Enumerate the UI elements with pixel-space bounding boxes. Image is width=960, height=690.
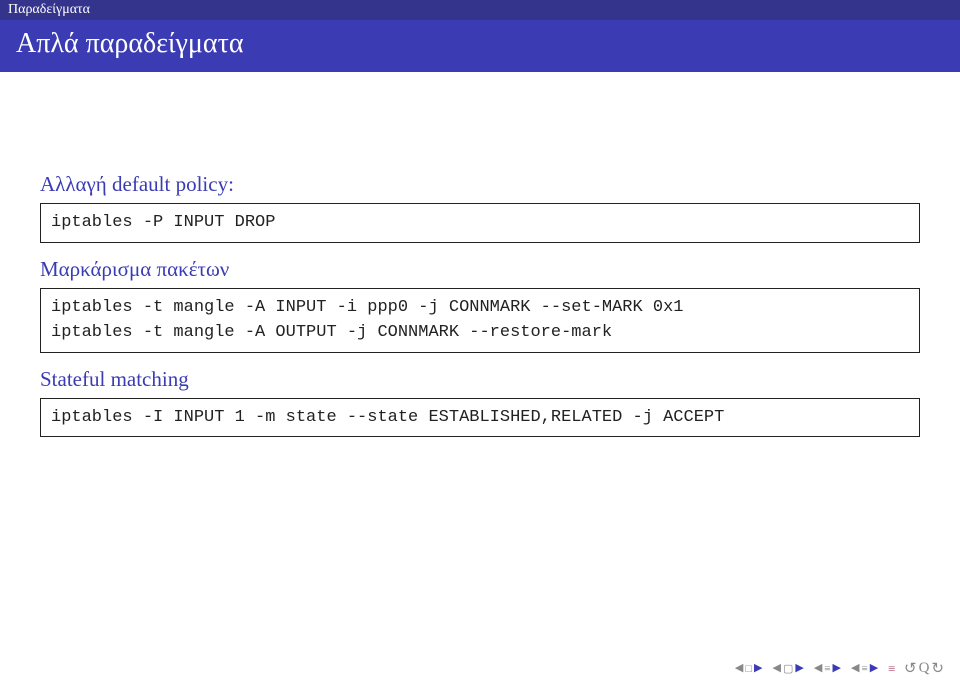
frame-icon: ▢ (783, 662, 793, 675)
nav-slide-group[interactable]: ◀ □ ▶ (735, 663, 763, 675)
next-frame-icon: ▶ (795, 663, 803, 674)
beamer-nav: ◀ □ ▶ ◀ ▢ ▶ ◀ ≡ ▶ ◀ ≡ ▶ ≡ ↺ Q ↻ (735, 659, 944, 678)
next-slide-icon: ▶ (754, 663, 762, 674)
slide-icon: □ (745, 663, 752, 675)
equals-icon: ≡ (888, 661, 902, 677)
title-text: Απλά παραδείγματα (16, 28, 244, 59)
nav-section-group[interactable]: ◀ ≡ ▶ (814, 663, 841, 675)
prev-frame-icon: ◀ (773, 663, 781, 674)
nav-frame-group[interactable]: ◀ ▢ ▶ (773, 662, 804, 675)
section-icon: ≡ (824, 663, 830, 675)
code-stateful: iptables -I INPUT 1 -m state --state EST… (40, 398, 920, 438)
next-section-icon: ▶ (833, 663, 841, 674)
block-label-policy: Αλλαγή default policy: (40, 172, 920, 197)
block-label-mark: Μαρκάρισμα πακέτων (40, 257, 920, 282)
code-policy: iptables -P INPUT DROP (40, 203, 920, 243)
forward-arc-icon: ↻ (931, 659, 944, 678)
section-header: Παραδείγματα (0, 0, 960, 20)
next-subsection-icon: ▶ (870, 663, 878, 674)
prev-section-icon: ◀ (814, 663, 822, 674)
section-label: Παραδείγματα (8, 2, 90, 17)
block-label-stateful: Stateful matching (40, 367, 920, 392)
subsection-icon: ≡ (861, 663, 867, 675)
prev-subsection-icon: ◀ (851, 663, 859, 674)
search-icon-placeholder: Q (919, 660, 930, 677)
prev-slide-icon: ◀ (735, 663, 743, 674)
slide-content: Αλλαγή default policy: iptables -P INPUT… (0, 72, 960, 437)
nav-circle-group[interactable]: ↺ Q ↻ (904, 659, 944, 678)
back-arc-icon: ↺ (904, 659, 917, 678)
slide-title: Απλά παραδείγματα (0, 20, 960, 72)
code-mark: iptables -t mangle -A INPUT -i ppp0 -j C… (40, 288, 920, 353)
nav-subsection-group[interactable]: ◀ ≡ ▶ (851, 663, 878, 675)
